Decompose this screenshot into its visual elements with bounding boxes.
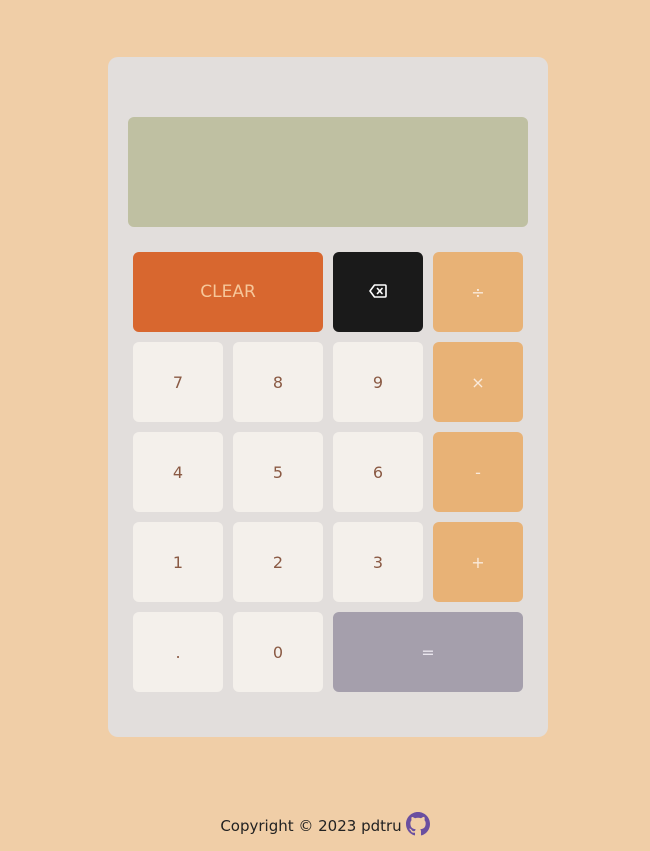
digit-7-button[interactable]: 7 xyxy=(133,342,223,422)
digit-1-button[interactable]: 1 xyxy=(133,522,223,602)
digit-9-button[interactable]: 9 xyxy=(333,342,423,422)
digit-2-button[interactable]: 2 xyxy=(233,522,323,602)
digit-3-button[interactable]: 3 xyxy=(333,522,423,602)
copyright-text: Copyright © 2023 pdtru xyxy=(220,817,402,835)
decimal-button[interactable]: . xyxy=(133,612,223,692)
backspace-icon xyxy=(369,283,387,302)
calculator: CLEAR ÷ 7 8 9 × 4 5 6 - 1 2 3 + . 0 = xyxy=(108,57,548,737)
clear-button[interactable]: CLEAR xyxy=(133,252,323,332)
divide-button[interactable]: ÷ xyxy=(433,252,523,332)
multiply-button[interactable]: × xyxy=(433,342,523,422)
calculator-display xyxy=(128,117,528,227)
footer: Copyright © 2023 pdtru xyxy=(0,812,650,836)
digit-5-button[interactable]: 5 xyxy=(233,432,323,512)
digit-6-button[interactable]: 6 xyxy=(333,432,423,512)
backspace-button[interactable] xyxy=(333,252,423,332)
keypad: CLEAR ÷ 7 8 9 × 4 5 6 - 1 2 3 + . 0 = xyxy=(133,252,523,692)
digit-0-button[interactable]: 0 xyxy=(233,612,323,692)
subtract-button[interactable]: - xyxy=(433,432,523,512)
digit-4-button[interactable]: 4 xyxy=(133,432,223,512)
equals-button[interactable]: = xyxy=(333,612,523,692)
digit-8-button[interactable]: 8 xyxy=(233,342,323,422)
add-button[interactable]: + xyxy=(433,522,523,602)
github-icon[interactable] xyxy=(405,812,430,836)
